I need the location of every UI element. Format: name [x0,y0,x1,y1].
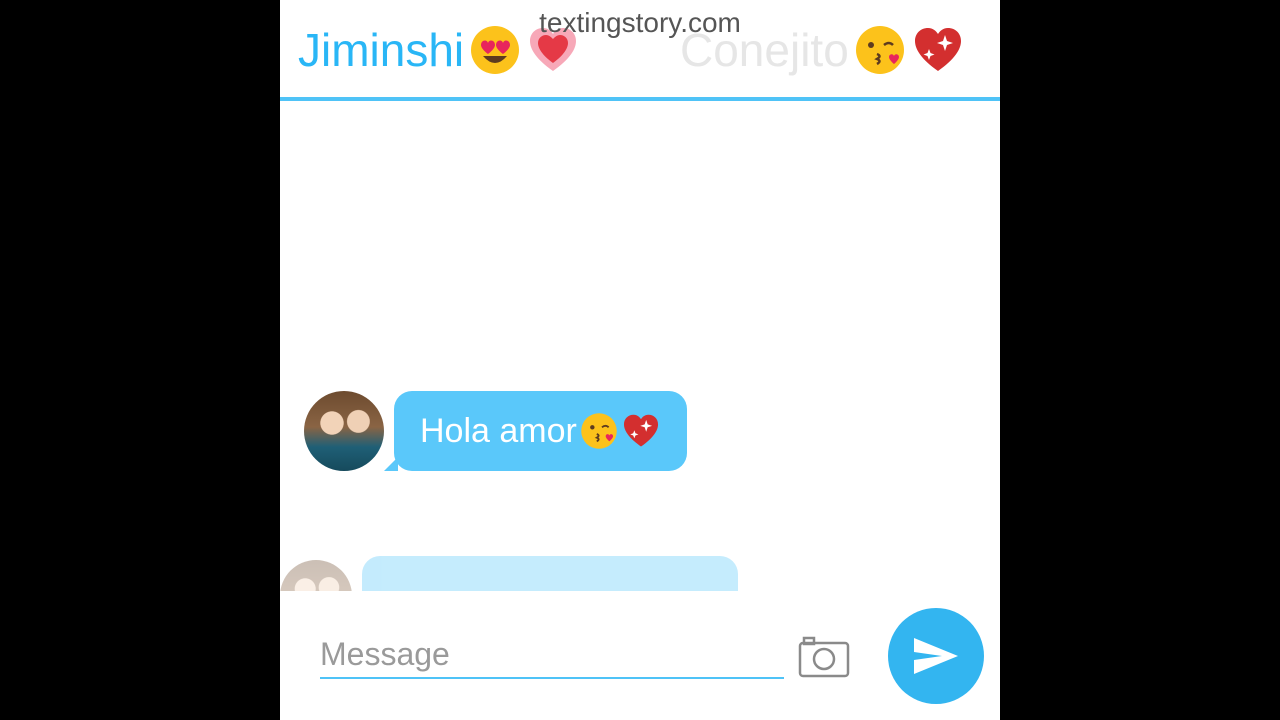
message-bubble[interactable] [362,556,738,591]
avatar[interactable] [280,560,352,591]
message-bubble[interactable]: Hola amor [384,391,687,471]
avatar[interactable] [304,391,384,471]
send-button[interactable] [888,608,984,704]
kiss-face-icon [581,413,617,449]
message-list[interactable]: Hola amor [280,101,1000,591]
message-input[interactable] [320,631,784,679]
watermark: textingstory.com [539,7,741,38]
sparkling-heart-icon [623,414,658,447]
camera-icon[interactable] [798,635,850,679]
send-icon [914,638,958,674]
message-text: Hola amor [420,411,577,450]
message-row [280,556,738,591]
message-row: Hola amor [304,391,687,471]
phone-screen: textingstory.com Jiminshi Conejito Hola … [280,0,1000,720]
message-composer [280,591,1000,720]
